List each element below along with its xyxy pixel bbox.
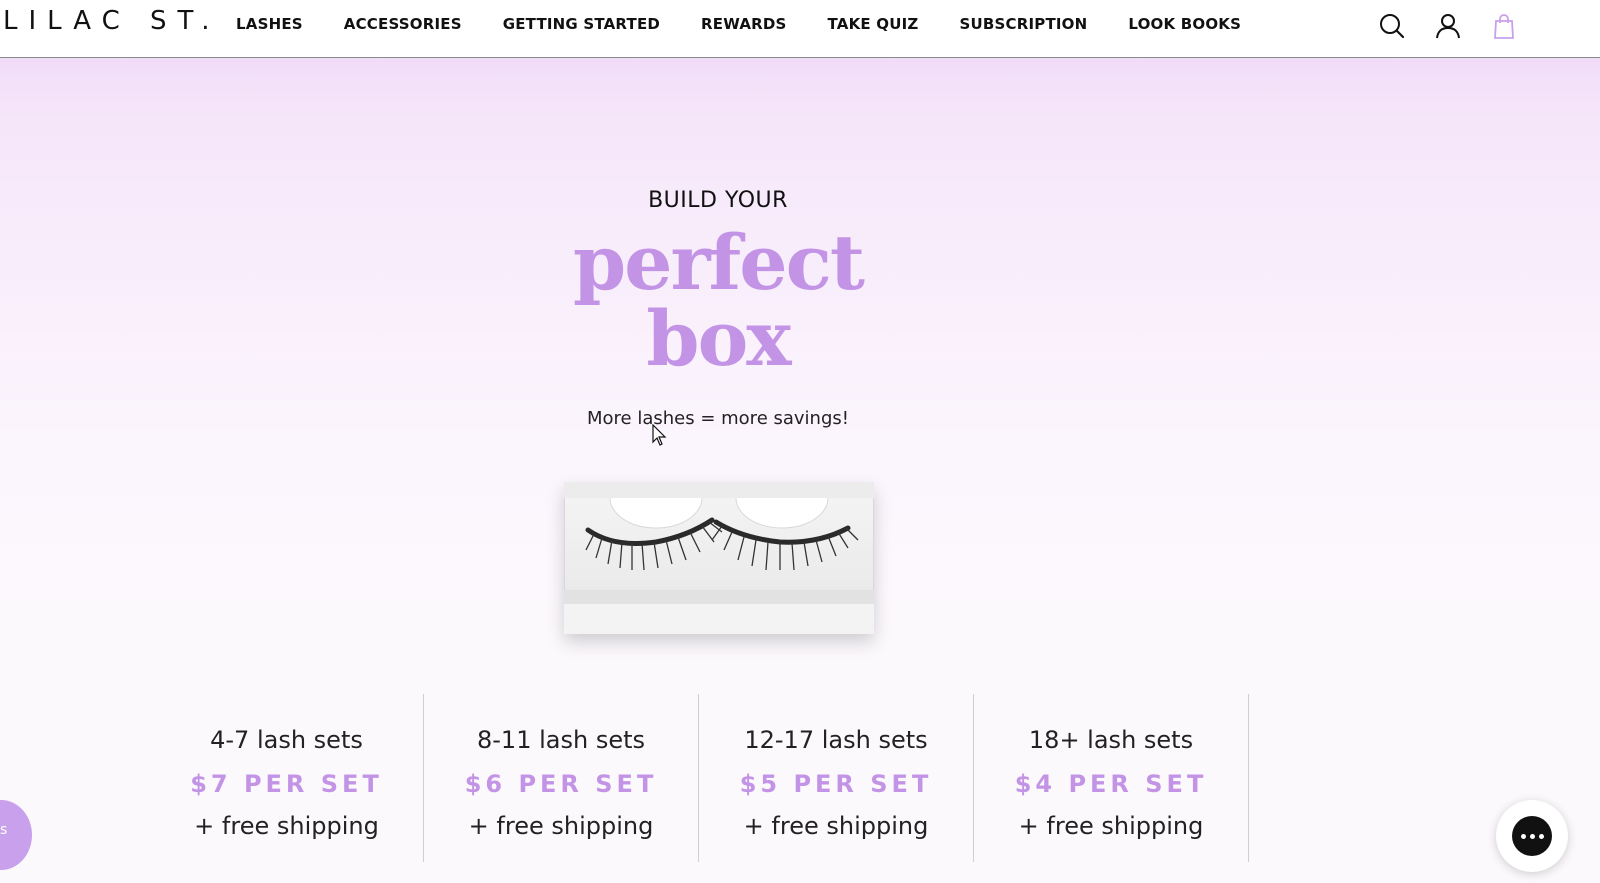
pricing-tier: 8-11 lash sets $6 PER SET + free shippin…	[424, 694, 699, 862]
tier-range: 8-11 lash sets	[477, 726, 645, 754]
nav-item-accessories[interactable]: ACCESSORIES	[344, 15, 462, 33]
rewards-launcher-label: s	[0, 822, 8, 838]
pricing-tiers: 4-7 lash sets $7 PER SET + free shipping…	[150, 694, 1249, 862]
shopping-bag-icon[interactable]	[1490, 12, 1518, 40]
main-nav: LASHES ACCESSORIES GETTING STARTED REWAR…	[236, 15, 1241, 33]
hero-tagline: More lashes = more savings!	[587, 408, 849, 429]
nav-item-look-books[interactable]: LOOK BOOKS	[1128, 15, 1241, 33]
tier-range: 12-17 lash sets	[744, 726, 928, 754]
hero-section: BUILD YOUR perfect box More lashes = mor…	[0, 58, 1600, 883]
tier-shipping: + free shipping	[468, 812, 654, 840]
tier-price: $7 PER SET	[190, 770, 383, 798]
tier-range: 18+ lash sets	[1028, 726, 1194, 754]
tier-price: $5 PER SET	[739, 770, 933, 798]
chat-button[interactable]	[1496, 800, 1568, 872]
nav-item-getting-started[interactable]: GETTING STARTED	[503, 15, 660, 33]
nav-item-lashes[interactable]: LASHES	[236, 15, 303, 33]
site-header: LILAC ST. LASHES ACCESSORIES GETTING STA…	[0, 0, 1600, 58]
nav-item-rewards[interactable]: REWARDS	[701, 15, 786, 33]
chat-bubble-icon	[1512, 816, 1552, 856]
tier-shipping: + free shipping	[743, 812, 929, 840]
mouse-cursor-icon	[652, 423, 668, 448]
tier-range: 4-7 lash sets	[210, 726, 363, 754]
pricing-tier: 12-17 lash sets $5 PER SET + free shippi…	[699, 694, 974, 862]
account-icon[interactable]	[1434, 12, 1462, 40]
hero-kicker: BUILD YOUR	[648, 188, 788, 213]
lash-product-image	[564, 482, 874, 634]
tier-shipping: + free shipping	[194, 812, 379, 840]
tier-price: $6 PER SET	[464, 770, 658, 798]
nav-item-take-quiz[interactable]: TAKE QUIZ	[828, 15, 919, 33]
hero-headline-box: box	[646, 294, 791, 383]
pricing-tier: 4-7 lash sets $7 PER SET + free shipping	[150, 694, 424, 862]
site-logo[interactable]: LILAC ST.	[3, 6, 221, 36]
tier-shipping: + free shipping	[1018, 812, 1204, 840]
pricing-tier: 18+ lash sets $4 PER SET + free shipping	[974, 694, 1249, 862]
nav-item-subscription[interactable]: SUBSCRIPTION	[960, 15, 1088, 33]
search-icon[interactable]	[1378, 12, 1406, 40]
tier-price: $4 PER SET	[1014, 770, 1208, 798]
